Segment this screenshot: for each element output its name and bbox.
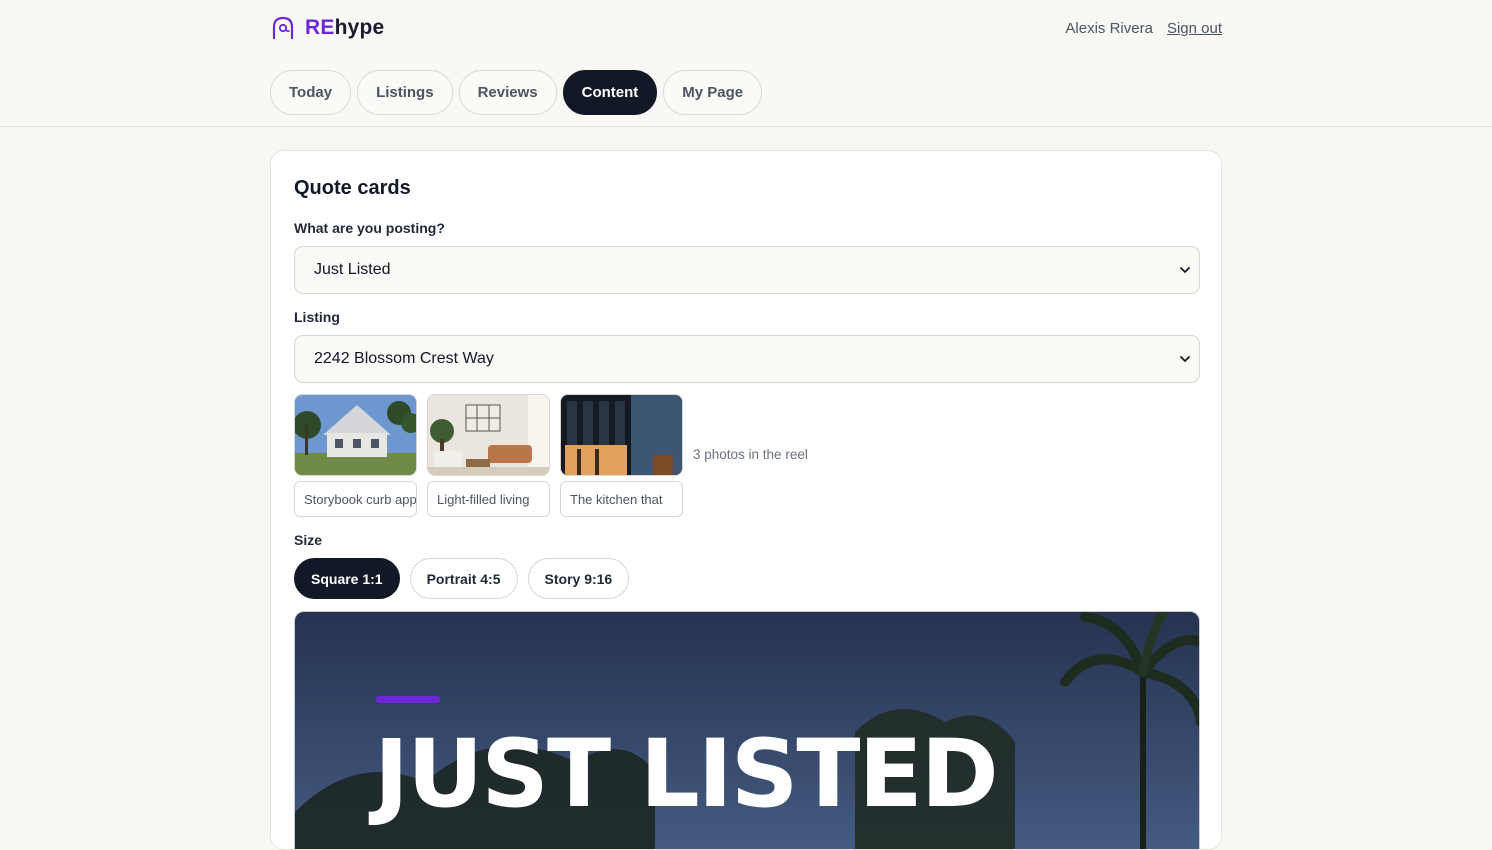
posting-type-label: What are you posting? xyxy=(294,220,445,236)
brand-suffix: hype xyxy=(334,16,385,39)
panel-title: Quote cards xyxy=(294,177,411,199)
quote-cards-panel: Quote cards What are you posting? Just L… xyxy=(270,150,1222,850)
user-area: Alexis Rivera Sign out xyxy=(1065,20,1222,37)
posting-type-select[interactable]: Just Listed xyxy=(294,246,1200,294)
sign-out-link[interactable]: Sign out xyxy=(1167,20,1222,37)
photo-caption-input[interactable]: Storybook curb appeal xyxy=(294,481,417,517)
tab-content[interactable]: Content xyxy=(562,70,658,115)
building-facade-photo-icon[interactable] xyxy=(560,394,683,476)
preview-headline: JUST LISTED xyxy=(374,720,999,829)
brand-prefix: RE xyxy=(305,16,335,39)
main-tabs: Today Listings Reviews Content My Page xyxy=(270,70,763,115)
accent-bar xyxy=(376,696,440,703)
brand-logo[interactable]: REhype xyxy=(271,15,384,41)
listing-select[interactable]: 2242 Blossom Crest Way xyxy=(294,335,1200,383)
size-square-button[interactable]: Square 1:1 xyxy=(294,558,400,599)
tab-my-page[interactable]: My Page xyxy=(663,70,763,115)
top-bar: REhype Alexis Rivera Sign out Today List… xyxy=(0,0,1492,127)
brand-name: REhype xyxy=(305,16,384,40)
listing-label: Listing xyxy=(294,309,340,325)
photo-caption-input[interactable]: The kitchen that xyxy=(560,481,683,517)
photo-item: Light-filled living xyxy=(427,394,550,517)
living-room-photo-icon[interactable] xyxy=(427,394,550,476)
photo-reel: Storybook curb appeal xyxy=(294,394,808,517)
posting-type-value: Just Listed xyxy=(314,261,391,278)
photo-item: Storybook curb appeal xyxy=(294,394,417,517)
size-label: Size xyxy=(294,532,323,548)
photo-caption-input[interactable]: Light-filled living xyxy=(427,481,550,517)
photo-item: The kitchen that xyxy=(560,394,683,517)
tab-reviews[interactable]: Reviews xyxy=(458,70,557,115)
chevron-down-icon xyxy=(1180,356,1190,362)
size-options: Square 1:1 Portrait 4:5 Story 9:16 xyxy=(294,558,630,599)
tab-listings[interactable]: Listings xyxy=(357,70,453,115)
reel-count: 3 photos in the reel xyxy=(693,447,808,462)
chevron-down-icon xyxy=(1180,267,1190,273)
tab-today[interactable]: Today xyxy=(270,70,352,115)
user-name: Alexis Rivera xyxy=(1065,20,1153,37)
quote-card-preview: JUST LISTED xyxy=(294,611,1200,849)
size-portrait-button[interactable]: Portrait 4:5 xyxy=(409,558,518,599)
listing-value: 2242 Blossom Crest Way xyxy=(314,350,494,367)
home-signal-icon xyxy=(272,16,294,40)
size-story-button[interactable]: Story 9:16 xyxy=(527,558,630,599)
house-photo-icon[interactable] xyxy=(294,394,417,476)
